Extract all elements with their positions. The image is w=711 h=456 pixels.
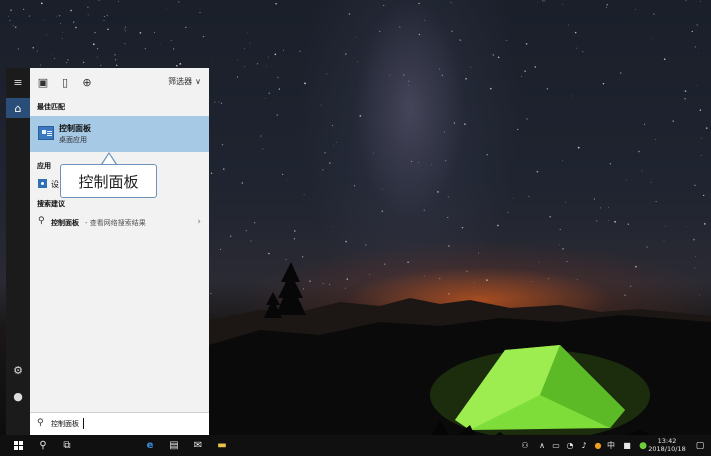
suggestion-main: 控制面板	[51, 219, 79, 227]
ime-indicator[interactable]: 中	[604, 435, 618, 456]
best-match-title: 控制面板	[59, 124, 91, 133]
start-button[interactable]	[6, 435, 30, 456]
network-icon[interactable]: ◔	[564, 435, 576, 456]
people-icon[interactable]: ⚇	[518, 435, 532, 456]
task-view-icon[interactable]: ⧉	[56, 435, 78, 456]
chevron-right-icon[interactable]: ›	[197, 217, 201, 227]
best-match-subtitle: 桌面应用	[59, 136, 87, 144]
apps-icon[interactable]: ▣	[36, 75, 50, 89]
section-best-match: 最佳匹配	[37, 103, 65, 111]
volume-icon[interactable]: ♪	[578, 435, 590, 456]
search-taskbar-icon[interactable]: ⚲	[32, 435, 54, 456]
control-panel-icon	[38, 126, 54, 140]
filter-label: 筛选器	[168, 77, 193, 86]
filter-dropdown[interactable]: 筛选器 ∨	[168, 76, 201, 87]
windows-logo-icon	[13, 441, 23, 450]
settings-app-icon	[38, 179, 47, 188]
search-query: 控制面板	[51, 420, 79, 428]
system-clock[interactable]: 13:42 2018/10/18	[645, 437, 689, 453]
web-icon[interactable]: ⊕	[80, 75, 94, 89]
search-icon: ⚲	[38, 216, 45, 226]
web-suggestion-item[interactable]: ⚲ 控制面板 - 查看网络搜索结果 ›	[30, 214, 209, 232]
document-icon[interactable]: ▯	[58, 75, 72, 89]
app-tray-icon[interactable]: ●	[592, 435, 604, 456]
input-mode-icon[interactable]: ■	[620, 435, 634, 456]
search-icon: ⚲	[37, 418, 44, 428]
chevron-down-icon: ∨	[195, 77, 201, 86]
store-icon[interactable]: ▤	[164, 435, 184, 456]
start-left-rail: ≡ ⌂ ⚙ ●	[6, 68, 30, 435]
home-icon[interactable]: ⌂	[6, 98, 30, 118]
search-toolbar: ▣ ▯ ⊕ 筛选器 ∨	[30, 68, 209, 96]
app-result-label: 设	[51, 180, 59, 189]
clock-time: 13:42	[657, 437, 677, 445]
taskbar: ⚲ ⧉ e ▤ ✉ ▬ ⚇ ∧ ▭ ◔ ♪ ● 中 ■ ● 13:42 2018…	[0, 435, 711, 456]
callout-label: 控制面板	[60, 164, 157, 198]
user-icon[interactable]: ●	[6, 386, 30, 406]
settings-gear-icon[interactable]: ⚙	[6, 360, 30, 380]
edge-browser-icon[interactable]: e	[140, 435, 160, 456]
chevron-up-icon[interactable]: ∧	[536, 435, 548, 456]
clock-date: 2018/10/18	[648, 445, 686, 453]
mail-icon[interactable]: ✉	[188, 435, 208, 456]
section-apps: 应用	[37, 162, 51, 170]
search-input[interactable]: ⚲ 控制面板	[30, 412, 209, 435]
section-web-suggestions: 搜索建议	[37, 200, 65, 208]
suggestion-sub: - 查看网络搜索结果	[85, 219, 146, 227]
file-explorer-icon[interactable]: ▬	[212, 435, 232, 456]
text-caret	[83, 418, 84, 429]
battery-icon[interactable]: ▭	[550, 435, 562, 456]
notification-icon[interactable]: ▢	[692, 435, 708, 456]
hamburger-menu-icon[interactable]: ≡	[6, 72, 30, 92]
best-match-item[interactable]: 控制面板 桌面应用	[30, 116, 209, 152]
search-results-panel: ▣ ▯ ⊕ 筛选器 ∨ 最佳匹配 控制面板 桌面应用 应用 设 搜索建议 ⚲ 控制…	[30, 68, 209, 435]
